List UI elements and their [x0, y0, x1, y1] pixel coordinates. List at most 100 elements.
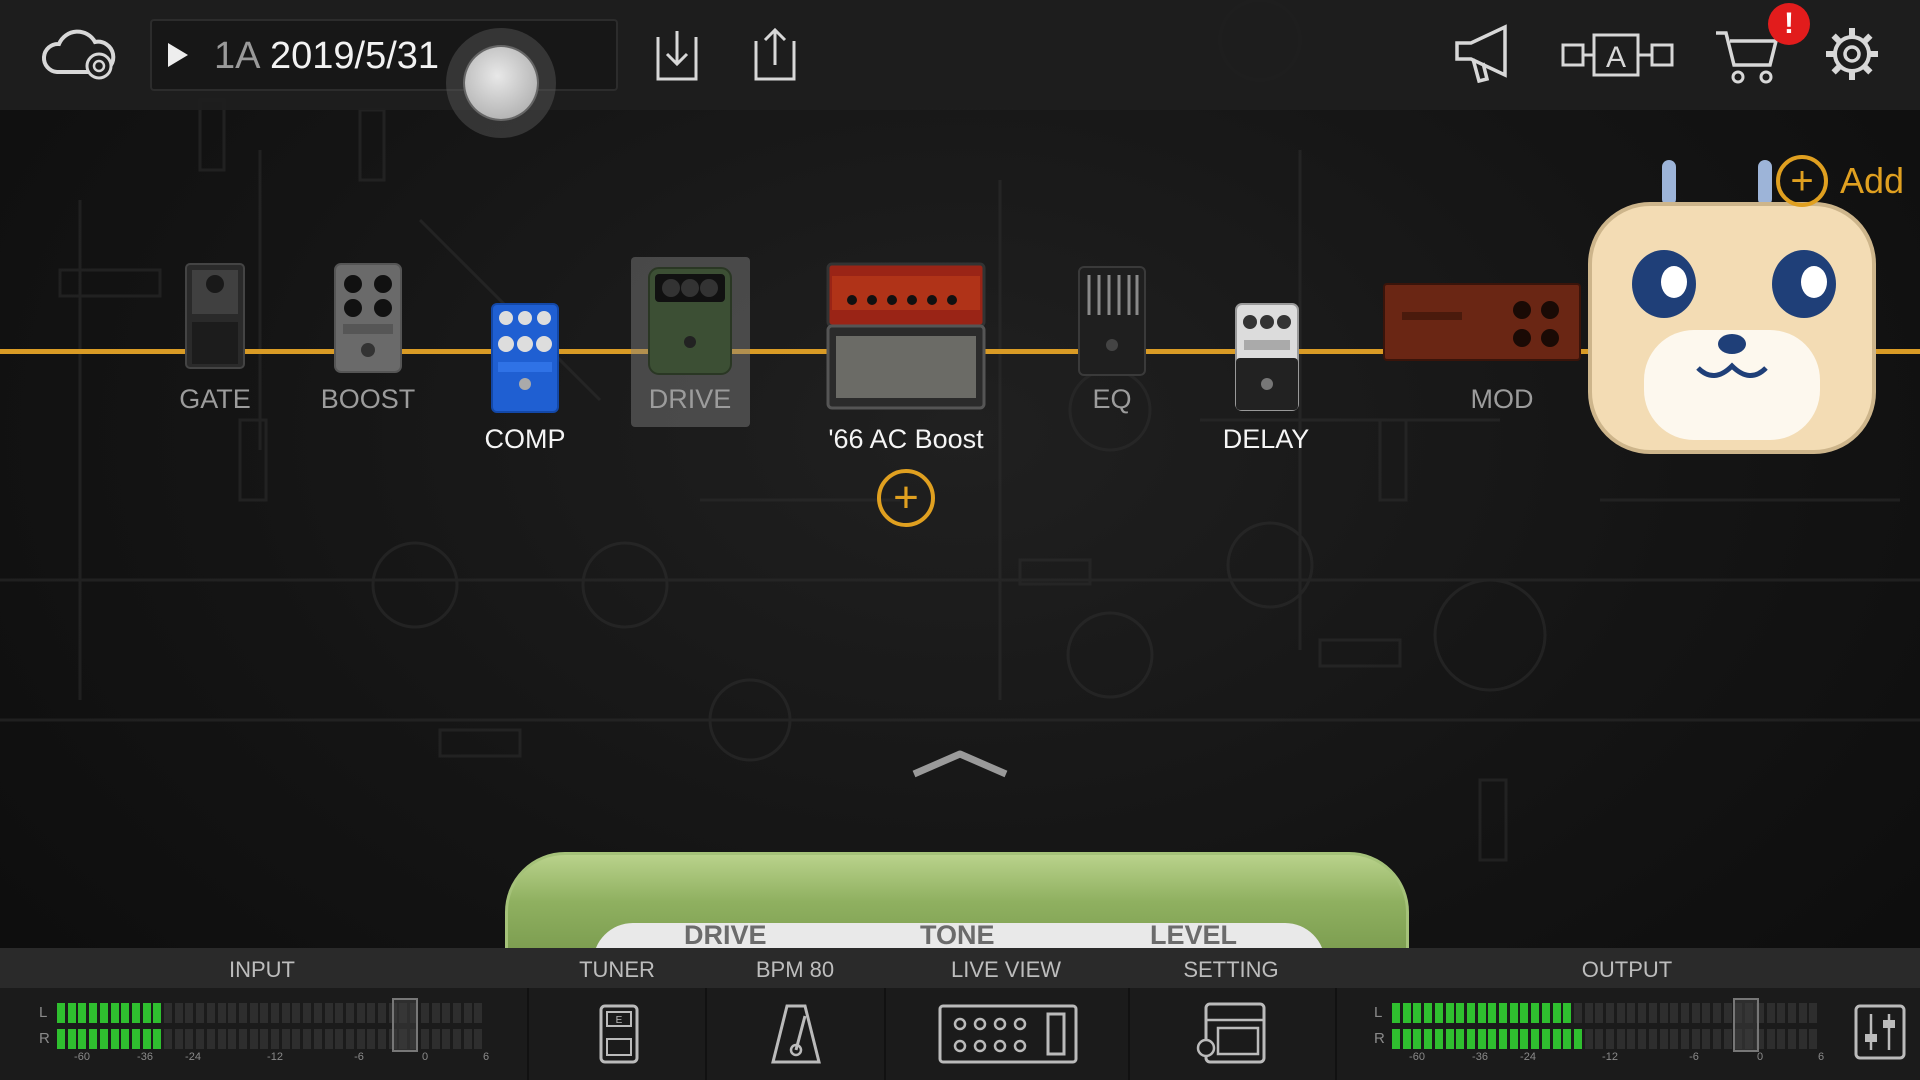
meter-segment	[185, 1003, 194, 1023]
meter-segment	[110, 1029, 119, 1049]
setting-amp-icon[interactable]	[1196, 1000, 1268, 1066]
meter-segment	[121, 1003, 130, 1023]
delay-pedal[interactable]	[1232, 302, 1302, 412]
settings-icon[interactable]	[1822, 24, 1882, 84]
meter-segment	[67, 1029, 76, 1049]
meter-segment	[153, 1003, 162, 1023]
add-button-label: Add	[1840, 160, 1905, 201]
drive-pedal[interactable]	[645, 266, 735, 376]
fx-label-delay: DELAY	[1222, 424, 1310, 454]
meter-segment	[1595, 1029, 1604, 1049]
meter-segment	[142, 1003, 151, 1023]
meter-segment	[303, 1003, 312, 1023]
meter-segment	[1424, 1029, 1433, 1049]
meter-segment	[1424, 1003, 1433, 1023]
add-button[interactable]: + Add	[1776, 155, 1904, 207]
meter-segment	[474, 1003, 483, 1023]
meter-segment	[1627, 1003, 1636, 1023]
meter-segment	[1702, 1003, 1711, 1023]
knob-label-level: LEVEL	[1150, 920, 1238, 950]
fx-label-boost: BOOST	[320, 384, 416, 414]
meter-segment	[1445, 1029, 1454, 1049]
meter-segment	[1499, 1029, 1507, 1049]
play-icon[interactable]	[166, 41, 190, 69]
cart-icon[interactable]	[1714, 26, 1780, 86]
ab-compare-icon[interactable]: A	[1560, 30, 1676, 80]
meter-segment	[174, 1029, 183, 1049]
meter-segment	[1456, 1003, 1465, 1023]
comp-pedal[interactable]	[490, 302, 560, 414]
meter-segment	[313, 1003, 322, 1023]
meter-segment	[174, 1003, 183, 1023]
meter-segment	[1606, 1003, 1614, 1023]
meter-segment	[1445, 1003, 1454, 1023]
app-root: 1A 2019/5/31 A ! GATE BOOST COMP DRIVE '…	[0, 0, 1920, 1080]
scale-tick-label: -60	[74, 1051, 90, 1063]
scale-tick-label: 6	[482, 1051, 490, 1063]
share-icon[interactable]	[748, 26, 802, 84]
meter-segment	[1509, 1003, 1518, 1023]
meter-segment	[1573, 1029, 1582, 1049]
meter-segment	[249, 1003, 258, 1023]
meter-segment	[335, 1029, 344, 1049]
mixer-icon[interactable]	[1854, 1004, 1906, 1060]
output-level-fader[interactable]	[1733, 998, 1759, 1052]
channel-label-r: R	[39, 1030, 50, 1047]
meter-segment	[99, 1003, 108, 1023]
meter-segment	[1766, 1029, 1775, 1049]
chevron-up-icon[interactable]	[910, 748, 1010, 778]
meter-segment	[420, 1003, 429, 1023]
meter-segment	[110, 1003, 119, 1023]
meter-segment	[356, 1029, 365, 1049]
boost-pedal[interactable]	[333, 262, 403, 374]
meter-segment	[345, 1003, 354, 1023]
meter-segment	[1531, 1029, 1540, 1049]
meter-segment	[271, 1003, 279, 1023]
meter-segment	[131, 1003, 140, 1023]
meter-segment	[89, 1029, 98, 1049]
mod-rack-unit[interactable]	[1382, 282, 1582, 362]
live-view-icon[interactable]	[938, 1004, 1078, 1064]
meter-segment	[452, 1003, 461, 1023]
meter-segment	[206, 1029, 215, 1049]
meter-segment	[1552, 1003, 1561, 1023]
meter-segment	[1392, 1003, 1400, 1023]
meter-segment	[292, 1003, 301, 1023]
alert-badge: !	[1768, 3, 1810, 45]
cloud-sync-icon[interactable]	[38, 22, 120, 86]
tuner-icon[interactable]: E	[598, 1003, 640, 1065]
meter-segment	[1413, 1029, 1422, 1049]
preset-number: 1A	[214, 35, 261, 77]
live-view-label: LIVE VIEW	[950, 957, 1062, 982]
meter-segment	[324, 1003, 333, 1023]
input-gain-fader[interactable]	[392, 998, 418, 1052]
meter-segment	[1531, 1003, 1540, 1023]
input-meter-left	[57, 1003, 485, 1023]
meter-segment	[1702, 1029, 1711, 1049]
meter-segment	[356, 1003, 365, 1023]
add-effect-button[interactable]: +	[877, 469, 935, 527]
download-icon[interactable]	[650, 26, 704, 84]
eq-pedal[interactable]	[1077, 265, 1147, 377]
fx-label-mod: MOD	[1470, 384, 1534, 414]
meter-segment	[121, 1029, 130, 1049]
meter-segment	[164, 1003, 172, 1023]
divider	[1335, 988, 1337, 1080]
svg-text:E: E	[616, 1015, 623, 1026]
meter-segment	[1723, 1029, 1732, 1049]
meter-segment	[1584, 1003, 1593, 1023]
meter-segment	[1798, 1003, 1807, 1023]
gate-pedal[interactable]	[184, 262, 246, 372]
meter-segment	[324, 1029, 333, 1049]
megaphone-icon[interactable]	[1452, 22, 1518, 84]
channel-label-l: L	[1374, 1004, 1383, 1021]
scale-tick-label: -12	[267, 1051, 283, 1063]
meter-segment	[1402, 1003, 1411, 1023]
divider	[1128, 988, 1130, 1080]
meter-segment	[89, 1003, 98, 1023]
meter-segment	[378, 1003, 386, 1023]
metronome-icon[interactable]	[769, 1002, 823, 1066]
scroll-knob[interactable]	[446, 28, 556, 138]
meter-segment	[196, 1003, 205, 1023]
amp-66-ac-boost[interactable]	[826, 262, 986, 412]
